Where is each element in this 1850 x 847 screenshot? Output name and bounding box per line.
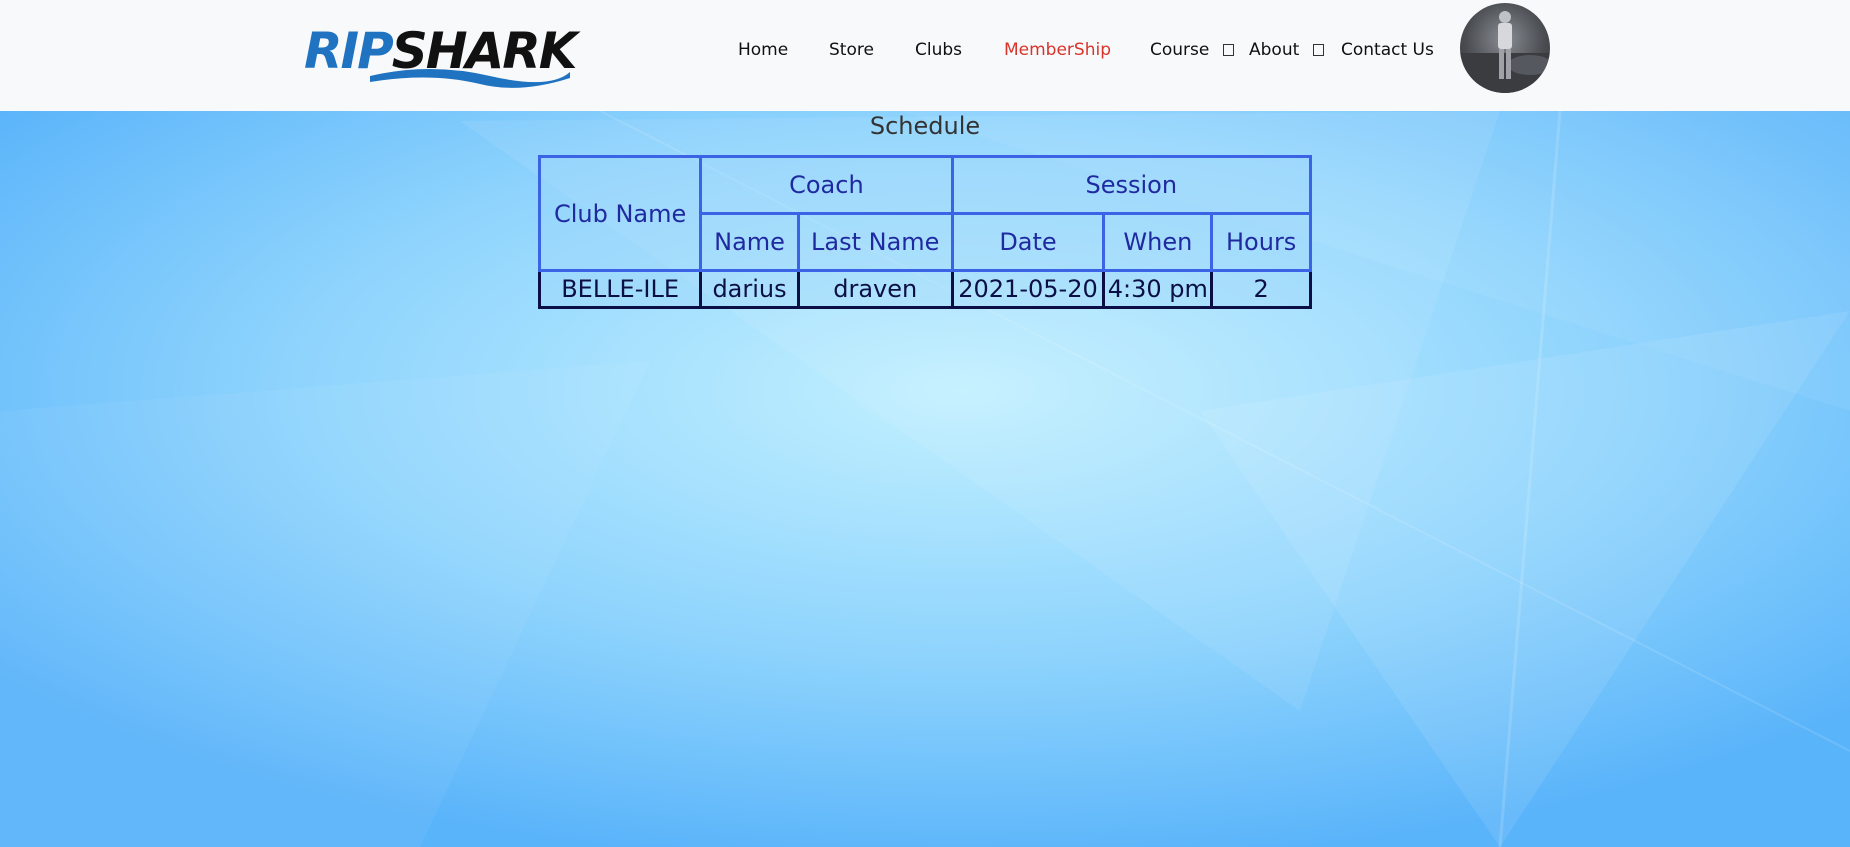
page-title: Schedule bbox=[869, 112, 981, 140]
dropdown-icon[interactable] bbox=[1223, 44, 1235, 56]
cell-club-name: BELLE-ILE bbox=[537, 269, 703, 309]
nav-home[interactable]: Home bbox=[738, 40, 788, 60]
header-when: When bbox=[1102, 212, 1214, 272]
nav-about[interactable]: About bbox=[1249, 40, 1325, 60]
nav-clubs[interactable]: Clubs bbox=[915, 40, 962, 60]
user-avatar[interactable] bbox=[1460, 3, 1550, 93]
cell-when: 4:30 pm bbox=[1102, 269, 1214, 309]
header-last-name: Last Name bbox=[796, 212, 954, 272]
schedule-table: Club Name Coach Session Name Last Name D… bbox=[537, 155, 1313, 309]
table-row: BELLE-ILE darius draven 2021-05-20 4:30 … bbox=[537, 269, 1312, 309]
cell-date: 2021-05-20 bbox=[950, 269, 1106, 309]
nav-membership[interactable]: MemberShip bbox=[1004, 40, 1111, 60]
header-date: Date bbox=[950, 212, 1106, 272]
header-name: Name bbox=[699, 212, 800, 272]
site-header: RIPSHARK Home Store Clubs MemberShip Cou… bbox=[0, 0, 1850, 111]
nav-course[interactable]: Course bbox=[1150, 40, 1235, 60]
dropdown-icon[interactable] bbox=[1313, 44, 1325, 56]
cell-hours: 2 bbox=[1210, 269, 1312, 309]
cell-name: darius bbox=[699, 269, 800, 309]
nav-store[interactable]: Store bbox=[829, 40, 874, 60]
main-nav: Home Store Clubs MemberShip Course About… bbox=[0, 0, 1850, 102]
header-coach: Coach bbox=[699, 155, 954, 215]
avatar-photo-icon bbox=[1460, 11, 1550, 93]
header-hours: Hours bbox=[1210, 212, 1312, 272]
header-club-name: Club Name bbox=[537, 155, 703, 272]
header-session: Session bbox=[950, 155, 1313, 215]
nav-about-label: About bbox=[1249, 40, 1300, 60]
cell-last-name: draven bbox=[796, 269, 954, 309]
nav-contact[interactable]: Contact Us bbox=[1341, 40, 1434, 60]
nav-course-label: Course bbox=[1150, 40, 1210, 60]
